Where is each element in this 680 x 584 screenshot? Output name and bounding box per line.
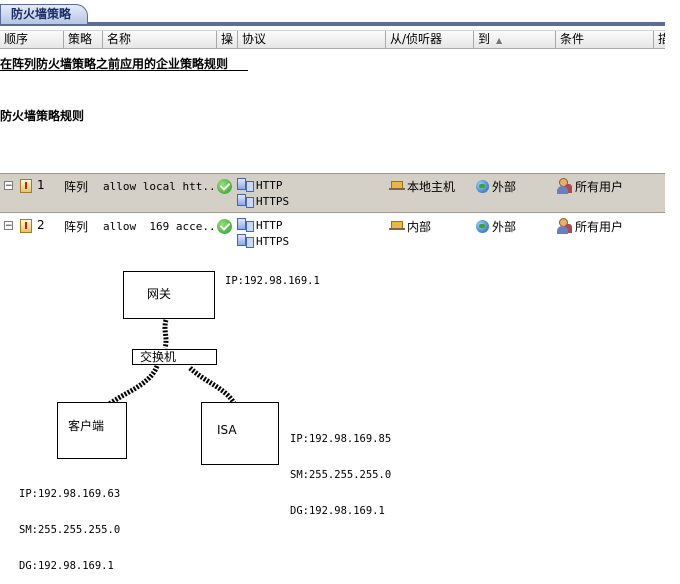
rule-protocol: HTTPS [256,235,290,248]
sort-ascending-icon: ▲ [496,36,503,45]
rule-order: 2 [37,218,45,232]
protocol-icon [237,178,254,192]
rule-icon [20,179,32,193]
section-heading-firewall-rules: 防火墙策略规则 [0,109,85,123]
rule-from: 内部 [407,220,432,234]
column-header-row: 顺序 策略 名称 操 协议 从/侦听器 到 ▲ 条件 描 [0,30,665,49]
rule-name: allow local htt... [103,180,223,193]
isa-subnet-mask: SM:255.255.255.0 [290,469,392,481]
protocol-icon [237,218,254,232]
column-header-name[interactable]: 名称 [103,31,217,48]
client-box: 客户端 [57,402,127,459]
rule-protocol: HTTP [256,179,283,192]
switch-label: 交换机 [140,350,177,364]
globe-icon [476,220,489,233]
network-icon [389,181,405,191]
rule-condition: 所有用户 [575,220,624,234]
link-switch-client [106,364,160,408]
client-net-info: IP:192.98.169.63 SM:255.255.255.0 DG:192… [19,464,120,584]
switch-box: 交换机 [132,349,217,365]
link-switch-isa [188,366,237,405]
column-header-from-listener[interactable]: 从/侦听器 [386,31,474,48]
column-header-protocol[interactable]: 协议 [238,31,386,48]
globe-icon [476,180,489,193]
rule-order: 1 [37,178,45,192]
collapse-toggle-icon[interactable]: − [4,181,13,191]
tab-strip: 防火墙策略 [0,0,665,27]
isa-default-gateway: DG:192.98.169.1 [290,505,385,517]
tab-divider-bar [0,22,665,26]
gateway-label: 网关 [147,287,172,301]
tab-firewall-policy[interactable]: 防火墙策略 [0,4,89,24]
rule-name: allow 169 acce... [103,220,223,233]
isa-net-info: IP:192.98.169.85 SM:255.255.255.0 DG:192… [290,409,391,529]
rule-protocol: HTTPS [256,195,290,208]
rule-protocol: HTTP [256,219,283,232]
table-row[interactable]: − 1 阵列 allow local htt... HTTP HTTPS 本地主… [0,173,665,213]
column-header-to-label: 到 [478,32,491,46]
rule-to: 外部 [492,180,517,194]
users-icon [557,178,573,194]
rule-condition: 所有用户 [575,180,624,194]
column-header-action[interactable]: 操 [217,31,238,48]
rule-policy: 阵列 [64,220,89,234]
network-icon [389,221,405,231]
client-subnet-mask: SM:255.255.255.0 [19,524,121,536]
column-header-to[interactable]: 到 ▲ [474,31,556,48]
section-underline [0,70,248,71]
allow-check-icon [217,179,232,194]
gateway-ip: IP:192.98.169.1 [225,275,320,287]
users-icon [557,218,573,234]
column-header-description[interactable]: 描 [654,31,665,48]
protocol-icon [237,194,254,208]
rule-policy: 阵列 [64,180,89,194]
collapse-toggle-icon[interactable]: − [4,221,13,231]
gateway-box: 网关 [123,271,215,319]
isa-label: ISA [217,423,237,437]
allow-check-icon [217,219,232,234]
table-row[interactable]: − 2 阵列 allow 169 acce... HTTP HTTPS 内部 外… [0,214,665,254]
column-header-condition[interactable]: 条件 [556,31,654,48]
link-gateway-switch [162,319,169,349]
isa-box: ISA [201,402,279,465]
rule-to: 外部 [492,220,517,234]
protocol-icon [237,234,254,248]
client-default-gateway: DG:192.98.169.1 [19,560,114,572]
client-label: 客户端 [68,419,105,433]
rule-from: 本地主机 [407,180,456,194]
client-ip: IP:192.98.169.63 [19,488,121,500]
isa-ip: IP:192.98.169.85 [290,433,392,445]
column-header-policy[interactable]: 策略 [64,31,103,48]
rule-icon [20,219,32,233]
column-header-order[interactable]: 顺序 [0,31,64,48]
